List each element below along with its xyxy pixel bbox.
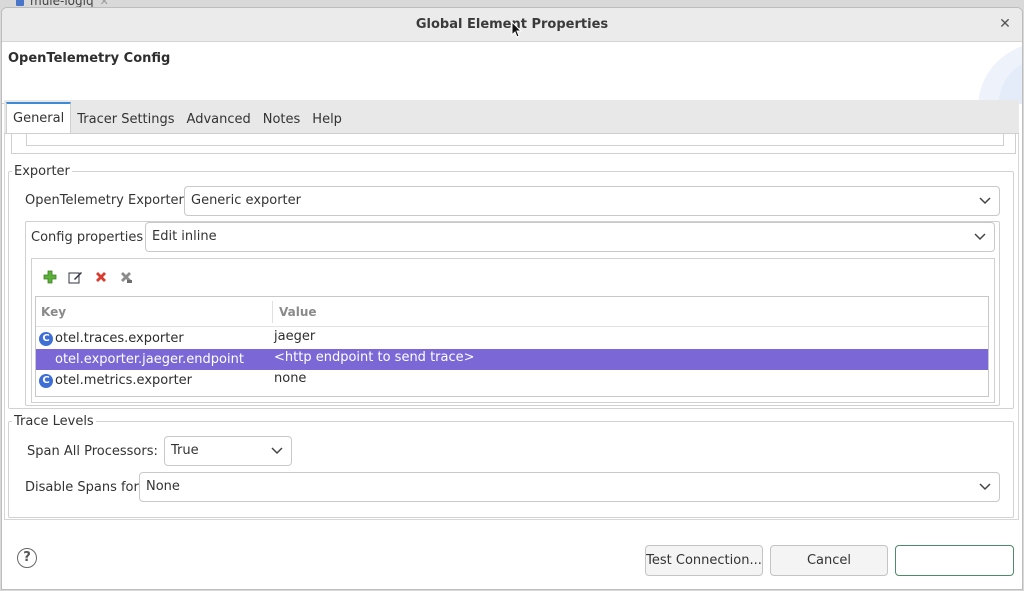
clear-all-icon[interactable] — [119, 270, 134, 284]
scrolled-inner-edge — [26, 134, 1004, 146]
ok-button[interactable] — [895, 545, 1014, 576]
opentelemetry-exporter-label: OpenTelemetry Exporter — [25, 193, 184, 208]
table-row[interactable]: C otel.metrics.exporter none — [36, 370, 988, 391]
row-key: otel.exporter.jaeger.endpoint — [55, 352, 244, 367]
chevron-down-icon — [974, 233, 986, 241]
test-connection-button[interactable]: Test Connection... — [645, 545, 763, 576]
tab-notes[interactable]: Notes — [257, 103, 307, 133]
constant-badge-icon: C — [39, 374, 53, 388]
tab-bar: General Tracer Settings Advanced Notes H… — [4, 100, 1019, 134]
span-all-processors-select[interactable]: True — [164, 436, 292, 466]
config-properties-select[interactable]: Edit inline — [145, 222, 995, 252]
chevron-down-icon — [979, 483, 991, 491]
config-properties-label: Config properties — [31, 230, 144, 245]
opentelemetry-exporter-value: Generic exporter — [191, 193, 301, 208]
table-row[interactable]: C otel.traces.exporter jaeger — [36, 328, 988, 349]
cancel-button[interactable]: Cancel — [770, 545, 888, 576]
trace-levels-legend: Trace Levels — [14, 414, 94, 429]
span-all-processors-value: True — [171, 443, 199, 458]
help-icon[interactable]: ? — [17, 548, 37, 568]
tab-advanced[interactable]: Advanced — [181, 103, 257, 133]
mouse-cursor-icon — [511, 21, 523, 38]
tab-tracer-settings[interactable]: Tracer Settings — [71, 103, 180, 133]
chevron-down-icon — [979, 197, 991, 205]
chevron-down-icon — [271, 447, 283, 455]
trace-levels-group: Trace Levels — [8, 414, 1014, 518]
config-title: OpenTelemetry Config — [8, 51, 171, 66]
tab-general[interactable]: General — [6, 102, 72, 133]
disable-spans-for-select[interactable]: None — [139, 472, 1000, 502]
row-key: otel.traces.exporter — [55, 331, 184, 346]
config-properties-table: Key Value C otel.traces.exporter jaeger … — [35, 296, 989, 397]
delete-icon[interactable] — [94, 270, 108, 284]
config-properties-value: Edit inline — [152, 229, 217, 244]
table-row-selected[interactable]: otel.exporter.jaeger.endpoint <http endp… — [36, 349, 988, 370]
exporter-legend: Exporter — [14, 164, 70, 179]
row-key: otel.metrics.exporter — [55, 373, 193, 388]
disable-spans-for-label: Disable Spans for — [25, 480, 139, 495]
value-column-header[interactable]: Value — [279, 305, 317, 319]
column-separator — [272, 301, 273, 323]
header-decoration-graphic — [978, 46, 1022, 104]
constant-badge-icon: C — [39, 332, 53, 346]
add-icon[interactable] — [43, 270, 57, 284]
table-header: Key Value — [36, 297, 988, 327]
key-column-header[interactable]: Key — [41, 305, 66, 319]
tab-help[interactable]: Help — [306, 103, 348, 133]
span-all-processors-label: Span All Processors: — [27, 444, 158, 459]
opentelemetry-exporter-select[interactable]: Generic exporter — [184, 186, 1000, 216]
dialog-header: OpenTelemetry Config — [2, 42, 1022, 104]
row-value: <http endpoint to send trace> — [274, 350, 475, 365]
disable-spans-for-value: None — [146, 479, 180, 494]
row-value: jaeger — [274, 329, 316, 344]
scrolled-section-edge — [11, 134, 1016, 154]
edit-icon[interactable] — [68, 270, 83, 284]
row-value: none — [274, 371, 307, 386]
close-dialog-icon[interactable]: ✕ — [996, 15, 1014, 33]
file-icon — [16, 0, 24, 6]
